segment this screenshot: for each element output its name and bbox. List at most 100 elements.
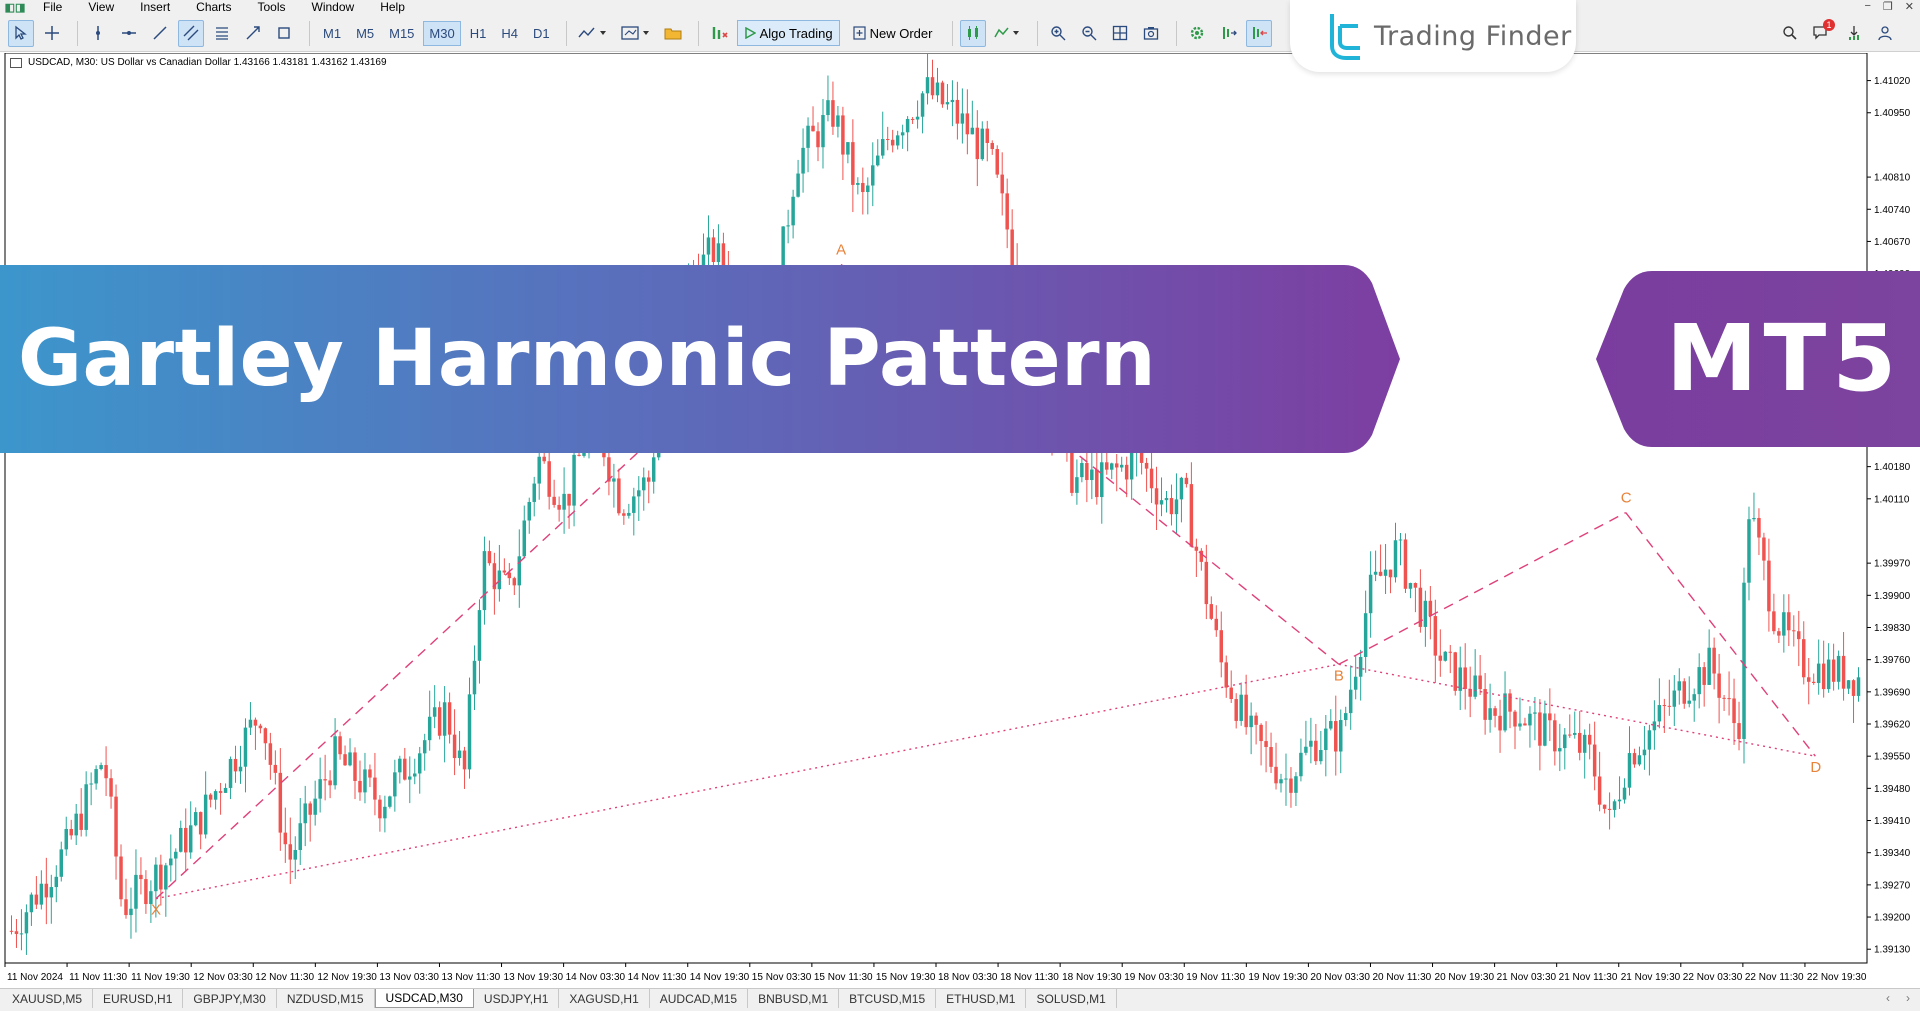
menu-view[interactable]: View bbox=[75, 0, 127, 15]
time-axis: 11 Nov 2024 11 Nov 11:30 11 Nov 19:30 12 No… bbox=[4, 963, 1867, 983]
candle-body bbox=[1309, 740, 1313, 747]
candle-body bbox=[19, 933, 24, 935]
menu-charts[interactable]: Charts bbox=[183, 0, 244, 15]
pattern-point-x: X bbox=[151, 902, 161, 919]
tab-xauusd-m5[interactable]: XAUUSD,M5 bbox=[2, 989, 94, 1008]
zoom-in-icon[interactable] bbox=[1045, 20, 1071, 47]
timeframe-m1[interactable]: M1 bbox=[317, 21, 347, 46]
candle-body bbox=[328, 780, 332, 786]
tab-eurusd-h1[interactable]: EURUSD,H1 bbox=[93, 989, 184, 1008]
new-order-button[interactable]: New Order bbox=[846, 20, 940, 46]
templates-icon[interactable] bbox=[617, 20, 655, 47]
folder-icon[interactable] bbox=[660, 20, 686, 47]
chart-shift-icon[interactable] bbox=[1246, 19, 1273, 47]
fibonacci-icon[interactable] bbox=[209, 20, 235, 47]
candle-body bbox=[129, 908, 133, 916]
candle-body bbox=[1568, 734, 1572, 736]
menu-window[interactable]: Window bbox=[299, 0, 368, 15]
toolbar-separator bbox=[697, 20, 699, 46]
tab-usdjpy-h1[interactable]: USDJPY,H1 bbox=[474, 989, 560, 1008]
tab-ethusd-m1[interactable]: ETHUSD,M1 bbox=[936, 989, 1027, 1008]
timeframe-h1[interactable]: H1 bbox=[464, 21, 493, 46]
text-tool-icon[interactable] bbox=[240, 20, 266, 47]
trendline-icon[interactable] bbox=[147, 20, 173, 47]
tab-xagusd-h1[interactable]: XAGUSD,H1 bbox=[559, 989, 650, 1008]
candle-body bbox=[905, 118, 910, 133]
tab-solusd-m1[interactable]: SOLUSD,M1 bbox=[1026, 989, 1117, 1008]
horizontal-line-icon[interactable] bbox=[116, 20, 142, 47]
candle-body bbox=[1403, 539, 1408, 589]
tab-bnbusd-m1[interactable]: BNBUSD,M1 bbox=[748, 989, 840, 1008]
signal-icon[interactable] bbox=[1846, 24, 1862, 42]
menu-file[interactable]: File bbox=[30, 0, 75, 15]
candle-body bbox=[1692, 694, 1696, 701]
zoom-out-icon[interactable] bbox=[1076, 20, 1102, 47]
screenshot-icon[interactable] bbox=[1138, 20, 1164, 47]
candle-body bbox=[1732, 698, 1736, 724]
menu-tools[interactable]: Tools bbox=[245, 0, 299, 15]
menu-help[interactable]: Help bbox=[367, 0, 418, 15]
timeframe-m15[interactable]: M15 bbox=[383, 21, 420, 46]
time-label: 11 Nov 2024 bbox=[7, 972, 63, 983]
timeframe-h4[interactable]: H4 bbox=[495, 21, 524, 46]
candle-body bbox=[1652, 721, 1657, 731]
crosshair-icon[interactable] bbox=[39, 20, 65, 47]
candle-body bbox=[39, 883, 44, 905]
grid-icon[interactable] bbox=[1107, 20, 1133, 47]
time-label: 12 Nov 11:30 bbox=[255, 972, 314, 983]
tab-btcusd-m15[interactable]: BTCUSD,M15 bbox=[839, 989, 937, 1008]
candle-body bbox=[1777, 631, 1781, 636]
scroll-right-icon[interactable]: › bbox=[1906, 991, 1910, 1005]
settings-icon[interactable] bbox=[1184, 20, 1210, 47]
indicators-icon[interactable] bbox=[574, 20, 612, 47]
vertical-line-icon[interactable] bbox=[85, 20, 111, 47]
toolbar-separator bbox=[1037, 20, 1039, 46]
candle-body bbox=[851, 142, 855, 185]
depth-of-market-icon[interactable] bbox=[706, 20, 732, 47]
time-label: 22 Nov 03:30 bbox=[1683, 972, 1743, 983]
candle-body bbox=[283, 832, 288, 845]
candle-body bbox=[1632, 753, 1637, 765]
cursor-icon[interactable] bbox=[8, 19, 34, 47]
account-icon[interactable] bbox=[1876, 25, 1894, 41]
close-icon[interactable]: ✕ bbox=[1905, 0, 1914, 13]
algo-trading-button[interactable]: Algo Trading bbox=[736, 20, 840, 46]
candle-body bbox=[1214, 618, 1219, 631]
menu-insert[interactable]: Insert bbox=[127, 0, 183, 15]
candle-body bbox=[1617, 799, 1622, 802]
candle-body bbox=[1831, 659, 1836, 682]
candle-body bbox=[1742, 582, 1746, 739]
notifications-icon[interactable]: 1 bbox=[1812, 19, 1835, 42]
candle-body bbox=[1553, 720, 1557, 752]
candle-body bbox=[183, 827, 188, 853]
line-chart-icon[interactable] bbox=[991, 20, 1025, 47]
minimize-icon[interactable]: − bbox=[1864, 0, 1870, 13]
candle-body bbox=[856, 182, 860, 185]
timeframe-d1[interactable]: D1 bbox=[527, 21, 556, 46]
candle-body bbox=[403, 758, 407, 780]
candle-body bbox=[174, 851, 178, 859]
candle-body bbox=[955, 99, 960, 124]
candle-body bbox=[1677, 681, 1682, 691]
channel-icon[interactable] bbox=[178, 19, 204, 47]
tab-usdcad-m30[interactable]: USDCAD,M30 bbox=[374, 989, 474, 1008]
search-icon[interactable] bbox=[1782, 25, 1798, 41]
candles-icon[interactable] bbox=[960, 19, 987, 47]
tab-nzdusd-m15[interactable]: NZDUSD,M15 bbox=[277, 989, 375, 1008]
candle-body bbox=[1264, 741, 1268, 748]
candle-body bbox=[228, 758, 233, 788]
shapes-icon[interactable] bbox=[271, 20, 297, 47]
time-label: 20 Nov 11:30 bbox=[1372, 972, 1431, 983]
candle-body bbox=[9, 930, 14, 932]
candle-body bbox=[885, 139, 890, 141]
tab-gbpjpy-m30[interactable]: GBPJPY,M30 bbox=[183, 989, 277, 1008]
tab-audcad-m15[interactable]: AUDCAD,M15 bbox=[650, 989, 749, 1008]
restore-icon[interactable]: ❐ bbox=[1883, 0, 1893, 13]
pattern-point-b: B bbox=[1334, 667, 1344, 684]
time-label: 12 Nov 03:30 bbox=[193, 972, 253, 983]
timeframe-m30[interactable]: M30 bbox=[423, 20, 461, 46]
timeframe-m5[interactable]: M5 bbox=[350, 21, 380, 46]
autoscroll-icon[interactable] bbox=[1215, 20, 1241, 47]
chart-info-text: USDCAD, M30: US Dollar vs Canadian Dolla… bbox=[28, 57, 387, 68]
scroll-left-icon[interactable]: ‹ bbox=[1886, 991, 1890, 1005]
